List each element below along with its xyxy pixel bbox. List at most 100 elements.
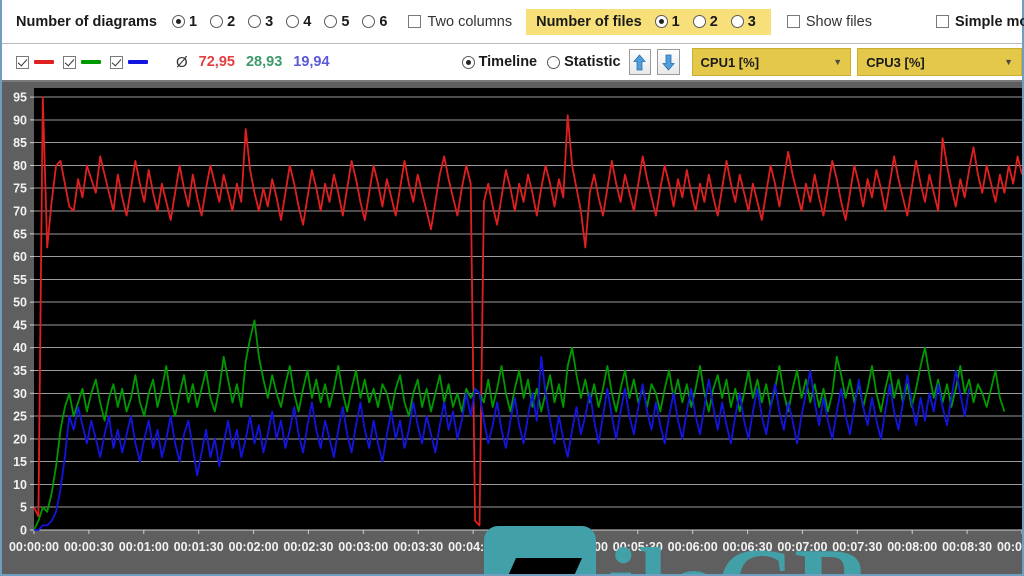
diagram-radio-2[interactable]: 2 (205, 14, 240, 30)
diagram-radio-2-label: 2 (227, 13, 236, 30)
move-up-button[interactable] (628, 49, 652, 75)
svg-text:5: 5 (20, 501, 27, 515)
svg-text:00:02:00: 00:02:00 (229, 540, 279, 554)
radio-dot-icon (286, 15, 300, 28)
checkbox-icon (935, 15, 949, 28)
svg-text:00:00:30: 00:00:30 (64, 540, 114, 554)
timeline-chart[interactable]: 0 5 10 15 20 25 30 35 40 45 50 55 60 65 70 75 80 85 90 95 00… (2, 82, 1022, 574)
svg-text:95: 95 (13, 91, 27, 105)
diagram-radio-5-label: 5 (341, 13, 350, 30)
svg-text:00:08:30: 00:08:30 (942, 540, 992, 554)
move-down-button[interactable] (657, 49, 680, 75)
svg-text:00:07:30: 00:07:30 (832, 540, 882, 554)
checkbox-icon (63, 55, 76, 69)
svg-text:00:08:00: 00:08:00 (887, 540, 937, 554)
checkbox-icon (110, 55, 123, 69)
svg-text:25: 25 (13, 410, 27, 424)
svg-text:85: 85 (13, 136, 27, 150)
number-of-diagrams-radio-group: 1 2 3 4 5 6 (167, 14, 392, 30)
average-values-group: Ø 72,95 28,93 19,94 (176, 54, 330, 71)
svg-text:00:07:00: 00:07:00 (777, 540, 827, 554)
radio-dot-icon (547, 55, 561, 69)
number-of-diagrams-label: Number of diagrams (16, 13, 157, 30)
svg-text:00:00:00: 00:00:00 (9, 540, 59, 554)
series-select-1[interactable]: CPU1 [%] ▼ (691, 48, 852, 76)
svg-text:55: 55 (13, 273, 27, 287)
checkbox-icon (408, 15, 422, 28)
svg-text:10: 10 (13, 478, 27, 492)
average-value-3: 19,94 (293, 54, 330, 70)
chevron-down-icon: ▼ (833, 57, 843, 67)
svg-text:35: 35 (13, 364, 27, 378)
files-radio-3-label: 3 (747, 13, 756, 30)
files-radio-1-label: 1 (671, 13, 680, 30)
series-select-1-value: CPU1 [%] (700, 54, 760, 70)
series-select-2[interactable]: CPU3 [%] ▼ (857, 48, 1022, 76)
svg-text:45: 45 (13, 318, 27, 332)
files-radio-2-label: 2 (709, 13, 718, 30)
arrow-up-icon (633, 53, 647, 70)
diagram-radio-5[interactable]: 5 (319, 14, 354, 30)
series-2-color-swatch (81, 60, 101, 64)
series-legend (16, 55, 148, 69)
diagram-radio-6[interactable]: 6 (357, 14, 392, 30)
svg-text:30: 30 (13, 387, 27, 401)
diagram-radio-3[interactable]: 3 (243, 14, 278, 30)
diagram-radio-6-label: 6 (379, 13, 388, 30)
svg-text:50: 50 (13, 296, 27, 310)
svg-text:0: 0 (20, 524, 27, 538)
view-mode-radio-group: Timeline Statistic (461, 54, 621, 70)
series-toggle-1[interactable] (16, 55, 54, 69)
number-of-files-radio-group: 1 2 3 (650, 14, 761, 30)
radio-dot-icon (210, 15, 224, 28)
svg-text:90: 90 (13, 113, 27, 127)
two-columns-label: Two columns (427, 13, 513, 30)
top-toolbar: Number of diagrams 1 2 3 4 5 6 Two colum… (2, 0, 1024, 44)
timeline-radio[interactable]: Timeline (461, 54, 538, 70)
svg-text:00:09:00: 00:09:00 (997, 540, 1022, 554)
radio-dot-icon (172, 15, 185, 28)
svg-text:15: 15 (13, 455, 27, 469)
average-value-1: 72,95 (198, 54, 235, 70)
svg-text:00:01:30: 00:01:30 (174, 540, 224, 554)
svg-text:40: 40 (13, 341, 27, 355)
average-value-2: 28,93 (245, 54, 283, 70)
simple-mode-checkbox[interactable]: Simple mode (930, 14, 1024, 30)
timeline-label: Timeline (478, 54, 538, 70)
chart-toolbar: Ø 72,95 28,93 19,94 Timeline Statistic C… (2, 44, 1022, 82)
radio-dot-icon (362, 15, 376, 28)
svg-text:00:06:30: 00:06:30 (723, 540, 773, 554)
svg-text:60: 60 (13, 250, 27, 264)
average-symbol: Ø (176, 53, 188, 71)
radio-dot-icon (692, 15, 706, 28)
simple-mode-label: Simple mode (954, 13, 1024, 30)
files-radio-3[interactable]: 3 (726, 14, 761, 30)
show-files-checkbox[interactable]: Show files (781, 14, 878, 30)
diagram-radio-1-label: 1 (189, 13, 198, 30)
svg-text:00:04:00: 00:04:00 (448, 540, 498, 554)
series-toggle-3[interactable] (110, 55, 148, 69)
number-of-files-label: Number of files (536, 13, 642, 30)
diagram-radio-4[interactable]: 4 (281, 14, 316, 30)
files-radio-2[interactable]: 2 (688, 14, 723, 30)
svg-text:00:02:30: 00:02:30 (283, 540, 333, 554)
radio-dot-icon (248, 15, 262, 28)
chart-panel[interactable]: 0 5 10 15 20 25 30 35 40 45 50 55 60 65 70 75 80 85 90 95 00… (2, 82, 1022, 574)
svg-text:00:01:00: 00:01:00 (119, 540, 169, 554)
series-1-color-swatch (34, 60, 54, 64)
diagram-radio-1[interactable]: 1 (167, 14, 202, 30)
svg-text:00:05:00: 00:05:00 (558, 540, 608, 554)
files-radio-1[interactable]: 1 (650, 14, 685, 30)
two-columns-checkbox[interactable]: Two columns (402, 14, 518, 30)
app-window: Number of diagrams 1 2 3 4 5 6 Two colum… (0, 0, 1024, 576)
series-toggle-2[interactable] (63, 55, 101, 69)
statistic-label: Statistic (564, 54, 621, 70)
radio-dot-icon (324, 15, 338, 28)
statistic-radio[interactable]: Statistic (547, 54, 621, 70)
svg-text:65: 65 (13, 227, 27, 241)
show-files-label: Show files (805, 13, 872, 30)
svg-text:70: 70 (13, 205, 27, 219)
svg-text:00:04:30: 00:04:30 (503, 540, 553, 554)
chevron-down-icon: ▼ (1004, 57, 1013, 67)
diagram-radio-4-label: 4 (303, 13, 312, 30)
